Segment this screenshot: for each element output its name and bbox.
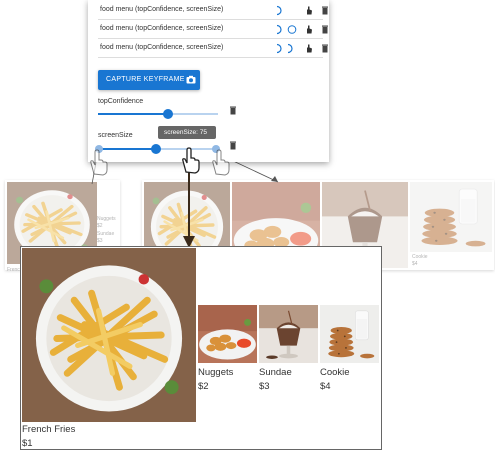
loading-spinner-icon [276,43,282,54]
pending-circle-icon [287,25,297,34]
hand-cursor-icon [212,149,230,176]
capture-keyframe-label: CAPTURE KEYFRAME [106,76,185,83]
preview-item-name: Sundae [97,231,115,237]
featured-item-price: $1 [22,438,33,449]
menu-item-name: Cookie [320,367,350,378]
preview-item-price: $2 [97,223,103,229]
preview-item-price: $3 [97,238,103,244]
slider-value-tooltip: screenSize: 75 [158,126,216,139]
food-menu-preview: French Fries $1 Nuggets $2 Sundae $3 Coo… [20,246,382,450]
loading-spinner-icon [287,43,293,54]
top-confidence-slider[interactable] [98,107,223,121]
keyframe-row[interactable]: food menu (topConfidence, screenSize) [98,2,328,20]
hand-cursor-icon [90,149,108,176]
delete-icon[interactable] [228,105,238,116]
screen-size-label: screenSize [98,132,133,139]
hand-pointer-icon[interactable] [304,43,314,54]
keyframe-row[interactable]: food menu (topConfidence, screenSize) [98,21,328,39]
sundae-image[interactable] [259,305,318,363]
slider-thumb[interactable] [163,109,173,119]
keyframe-label: food menu (topConfidence, screenSize) [100,44,224,51]
cookie-thumbnail [410,182,492,252]
menu-item-name: Nuggets [198,367,234,378]
keyframe-label: food menu (topConfidence, screenSize) [100,25,224,32]
loading-spinner-icon [276,24,282,35]
keyframe-row[interactable]: food menu (topConfidence, screenSize) [98,40,328,58]
hand-pointer-icon[interactable] [304,5,314,16]
menu-item-name: Sundae [259,367,292,378]
camera-icon [186,75,196,84]
keyframe-label: food menu (topConfidence, screenSize) [100,6,224,13]
preview-item-price: $4 [412,261,418,267]
menu-item-price: $2 [198,381,209,392]
preview-item-name: Cookie [412,254,428,260]
delete-icon[interactable] [320,5,330,16]
loading-spinner-icon [276,5,282,16]
hand-pointer-icon[interactable] [304,24,314,35]
capture-keyframe-button[interactable]: CAPTURE KEYFRAME [98,70,200,90]
top-confidence-label: topConfidence [98,98,144,105]
screen-size-slider[interactable] [95,142,223,156]
tooltip-text: screenSize: 75 [164,129,207,136]
delete-icon[interactable] [320,43,330,54]
cookie-image[interactable] [320,305,379,363]
menu-item-price: $4 [320,381,331,392]
french-fries-image[interactable] [22,248,196,422]
featured-item-name: French Fries [22,424,76,435]
hand-cursor-icon [182,147,200,174]
menu-item-price: $3 [259,381,270,392]
delete-icon[interactable] [320,24,330,35]
preview-item-name: Nuggets [97,216,116,222]
nuggets-image[interactable] [198,305,257,363]
slider-thumb[interactable] [151,144,161,154]
